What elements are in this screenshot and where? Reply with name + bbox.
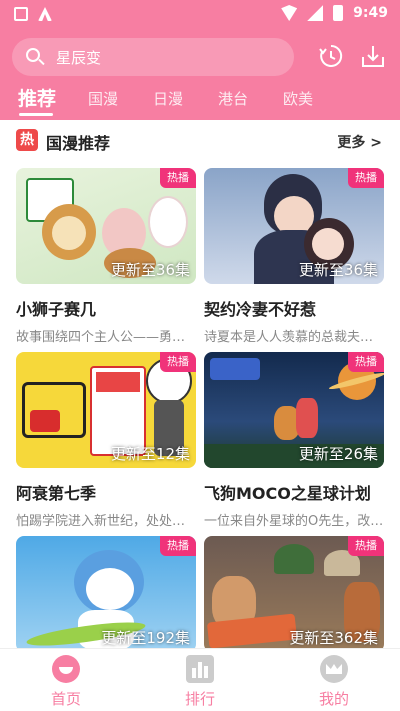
comic-card[interactable]: 热播 更新至362集 [204,536,384,652]
comic-card[interactable]: 热播 更新至12集 阿衰第七季 怕踢学院进入新世纪，处处充… [16,352,196,529]
hot-tag: 热播 [348,352,384,372]
comic-description: 诗夏本是人人羡慕的总裁夫人… [204,330,384,345]
status-time: 9:49 [353,5,388,21]
tab-recommend[interactable]: 推荐 [18,84,56,111]
comic-cover[interactable]: 热播 更新至12集 [16,352,196,468]
comic-cover[interactable]: 热播 更新至36集 [204,168,384,284]
active-tab-indicator [19,113,53,116]
history-icon[interactable] [318,43,344,69]
comic-description: 一位来自外星球的O先生，改… [204,514,384,529]
hot-tag: 热播 [160,168,196,188]
hot-tag: 热播 [348,536,384,556]
comic-card[interactable]: 热播 更新至36集 小狮子赛几 故事围绕四个主人公——勇敢… [16,168,196,345]
download-icon[interactable] [360,43,386,69]
nav-label: 我的 [318,690,349,708]
home-face-icon [52,655,80,683]
search-text: 星辰变 [56,48,102,67]
search-icon [26,48,45,66]
comic-cover[interactable]: 热播 更新至26集 [204,352,384,468]
nav-ranking[interactable]: 排行 [160,655,240,709]
signal-icon [307,5,324,21]
ranking-icon [186,655,214,683]
comic-card[interactable]: 热播 更新至36集 契约冷妻不好惹 诗夏本是人人羡慕的总裁夫人… [204,168,384,345]
nav-home[interactable]: 首页 [26,655,106,709]
search-bar[interactable]: 星辰变 [12,38,294,76]
status-bar: 9:49 [0,0,400,30]
episode-update: 更新至192集 [101,629,190,647]
section-header: 热 国漫推荐 更多 > [0,120,400,158]
profile-crown-icon [320,655,348,683]
category-tabs: 推荐 国漫 日漫 港台 欧美 [0,84,400,120]
episode-update: 更新至36集 [110,261,190,279]
nav-mine[interactable]: 我的 [294,655,374,709]
episode-update: 更新至26集 [298,445,378,463]
comic-title[interactable]: 小狮子赛几 [16,296,196,320]
comic-cover[interactable]: 热播 更新至362集 [204,536,384,652]
comic-card[interactable]: 热播 更新至192集 [16,536,196,652]
comic-title[interactable]: 契约冷妻不好惹 [204,296,384,320]
nav-label: 首页 [50,690,81,708]
tab-gangtai[interactable]: 港台 [218,88,248,109]
battery-icon [333,5,344,21]
comic-card[interactable]: 热播 更新至26集 飞狗MOCO之星球计划 一位来自外星球的O先生，改… [204,352,384,529]
app-notification-icon [38,7,52,21]
nav-label: 排行 [184,690,215,708]
comic-description: 怕踢学院进入新世纪，处处充… [16,514,196,529]
bottom-nav: 首页 排行 我的 [0,648,400,711]
comic-title[interactable]: 阿衰第七季 [16,480,196,504]
comic-title[interactable]: 飞狗MOCO之星球计划 [204,480,384,504]
tab-oumei[interactable]: 欧美 [283,88,313,109]
comic-grid: 热播 更新至36集 小狮子赛几 故事围绕四个主人公——勇敢… 热播 更新至36集… [0,158,400,652]
more-link[interactable]: 更多 > [337,132,382,152]
episode-update: 更新至12集 [110,445,190,463]
wifi-icon [281,5,298,21]
episode-update: 更新至362集 [289,629,378,647]
comic-cover[interactable]: 热播 更新至192集 [16,536,196,652]
hot-tag: 热播 [160,536,196,556]
hot-tag: 热播 [160,352,196,372]
tab-guoman[interactable]: 国漫 [88,88,118,109]
image-icon [14,7,28,21]
comic-description: 故事围绕四个主人公——勇敢… [16,330,196,345]
hot-badge: 热 [16,129,38,151]
comic-cover[interactable]: 热播 更新至36集 [16,168,196,284]
hot-tag: 热播 [348,168,384,188]
episode-update: 更新至36集 [298,261,378,279]
app-header: 9:49 星辰变 推荐 国漫 日漫 港台 欧美 [0,0,400,120]
section-title: 国漫推荐 [46,134,111,153]
tab-riman[interactable]: 日漫 [153,88,183,109]
